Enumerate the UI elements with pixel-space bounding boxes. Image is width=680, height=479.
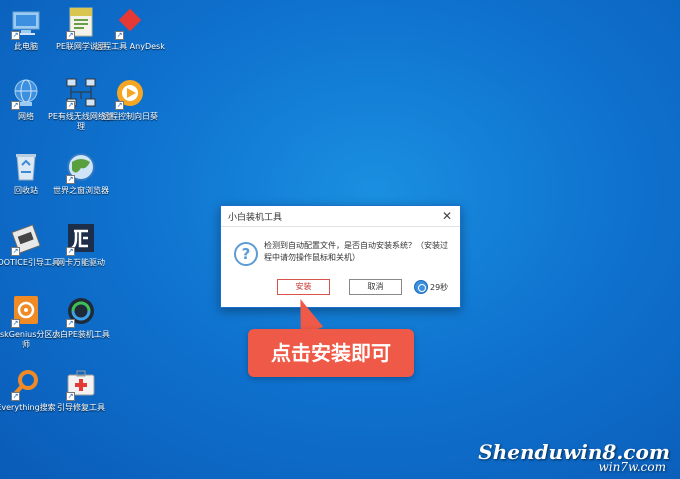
globe-browser-icon: ↗ [64, 150, 98, 184]
desktop-icon-xiaobai-pe-installer[interactable]: ↗ 小白PE装机工具 [46, 294, 116, 340]
desktop-icon-boot-repair[interactable]: ↗ 引导修复工具 [46, 367, 116, 413]
search-magnifier-icon: ↗ [9, 367, 43, 401]
shortcut-arrow-icon: ↗ [11, 101, 20, 110]
shortcut-arrow-icon: ↗ [66, 175, 75, 184]
close-icon[interactable]: ✕ [442, 209, 452, 223]
computer-icon: ↗ [9, 6, 43, 40]
bootice-icon: ↗ [9, 222, 43, 256]
network-manager-icon: ↗ [64, 76, 98, 110]
dialog-message: 检测到自动配置文件，是否自动安装系统？（安装过程中请勿操作鼠标和关机） [264, 241, 448, 262]
shortcut-arrow-icon: ↗ [66, 31, 75, 40]
icon-label: 小白PE装机工具 [52, 330, 110, 339]
question-icon: ? [234, 242, 258, 266]
watermark-secondary: win7w.com [598, 460, 666, 474]
recycle-bin-icon [9, 150, 43, 184]
icon-label: 世界之窗浏览器 [53, 186, 109, 195]
desktop-icon-theworld-browser[interactable]: ↗ 世界之窗浏览器 [46, 150, 116, 196]
desktop-icon-anydesk[interactable]: ↗ 远程工具 AnyDesk [95, 6, 165, 52]
shortcut-arrow-icon: ↗ [66, 247, 75, 256]
shortcut-arrow-icon: ↗ [11, 247, 20, 256]
dialog-title: 小白装机工具 [228, 213, 283, 223]
desktop-icon-nic-driver[interactable]: ↗ 网卡万能驱动 [46, 222, 116, 268]
shortcut-arrow-icon: ↗ [66, 101, 75, 110]
cancel-button[interactable]: 取消 [349, 279, 402, 295]
shortcut-arrow-icon: ↗ [66, 319, 75, 328]
shortcut-arrow-icon: ↗ [11, 319, 20, 328]
wan-driver-icon: ↗ [64, 222, 98, 256]
shortcut-arrow-icon: ↗ [66, 392, 75, 401]
anydesk-icon: ↗ [113, 6, 147, 40]
shortcut-arrow-icon: ↗ [115, 101, 124, 110]
desktop-icon-sunlogin[interactable]: ↗ 远程控制向日葵 [95, 76, 165, 122]
pdf-document-icon: ↗ [64, 6, 98, 40]
xiaobai-installer-icon: ↗ [64, 294, 98, 328]
icon-label: 网卡万能驱动 [57, 258, 105, 267]
diskgenius-icon: ↗ [9, 294, 43, 328]
icon-label: 远程控制向日葵 [102, 112, 158, 121]
shortcut-arrow-icon: ↗ [11, 392, 20, 401]
dialog-titlebar[interactable]: 小白装机工具 ✕ [221, 206, 460, 227]
network-icon: ↗ [9, 76, 43, 110]
callout-annotation: 点击安装即可 [248, 329, 414, 377]
icon-label: 引导修复工具 [57, 403, 105, 412]
shortcut-arrow-icon: ↗ [115, 31, 124, 40]
icon-label: 远程工具 AnyDesk [95, 42, 165, 51]
countdown-icon [414, 280, 428, 294]
first-aid-kit-icon: ↗ [64, 367, 98, 401]
install-dialog: 小白装机工具 ✕ ? 检测到自动配置文件，是否自动安装系统？（安装过程中请勿操作… [220, 205, 461, 308]
countdown-text: 29秒 [430, 283, 449, 292]
shortcut-arrow-icon: ↗ [11, 31, 20, 40]
sunlogin-icon: ↗ [113, 76, 147, 110]
install-button[interactable]: 安装 [277, 279, 330, 295]
